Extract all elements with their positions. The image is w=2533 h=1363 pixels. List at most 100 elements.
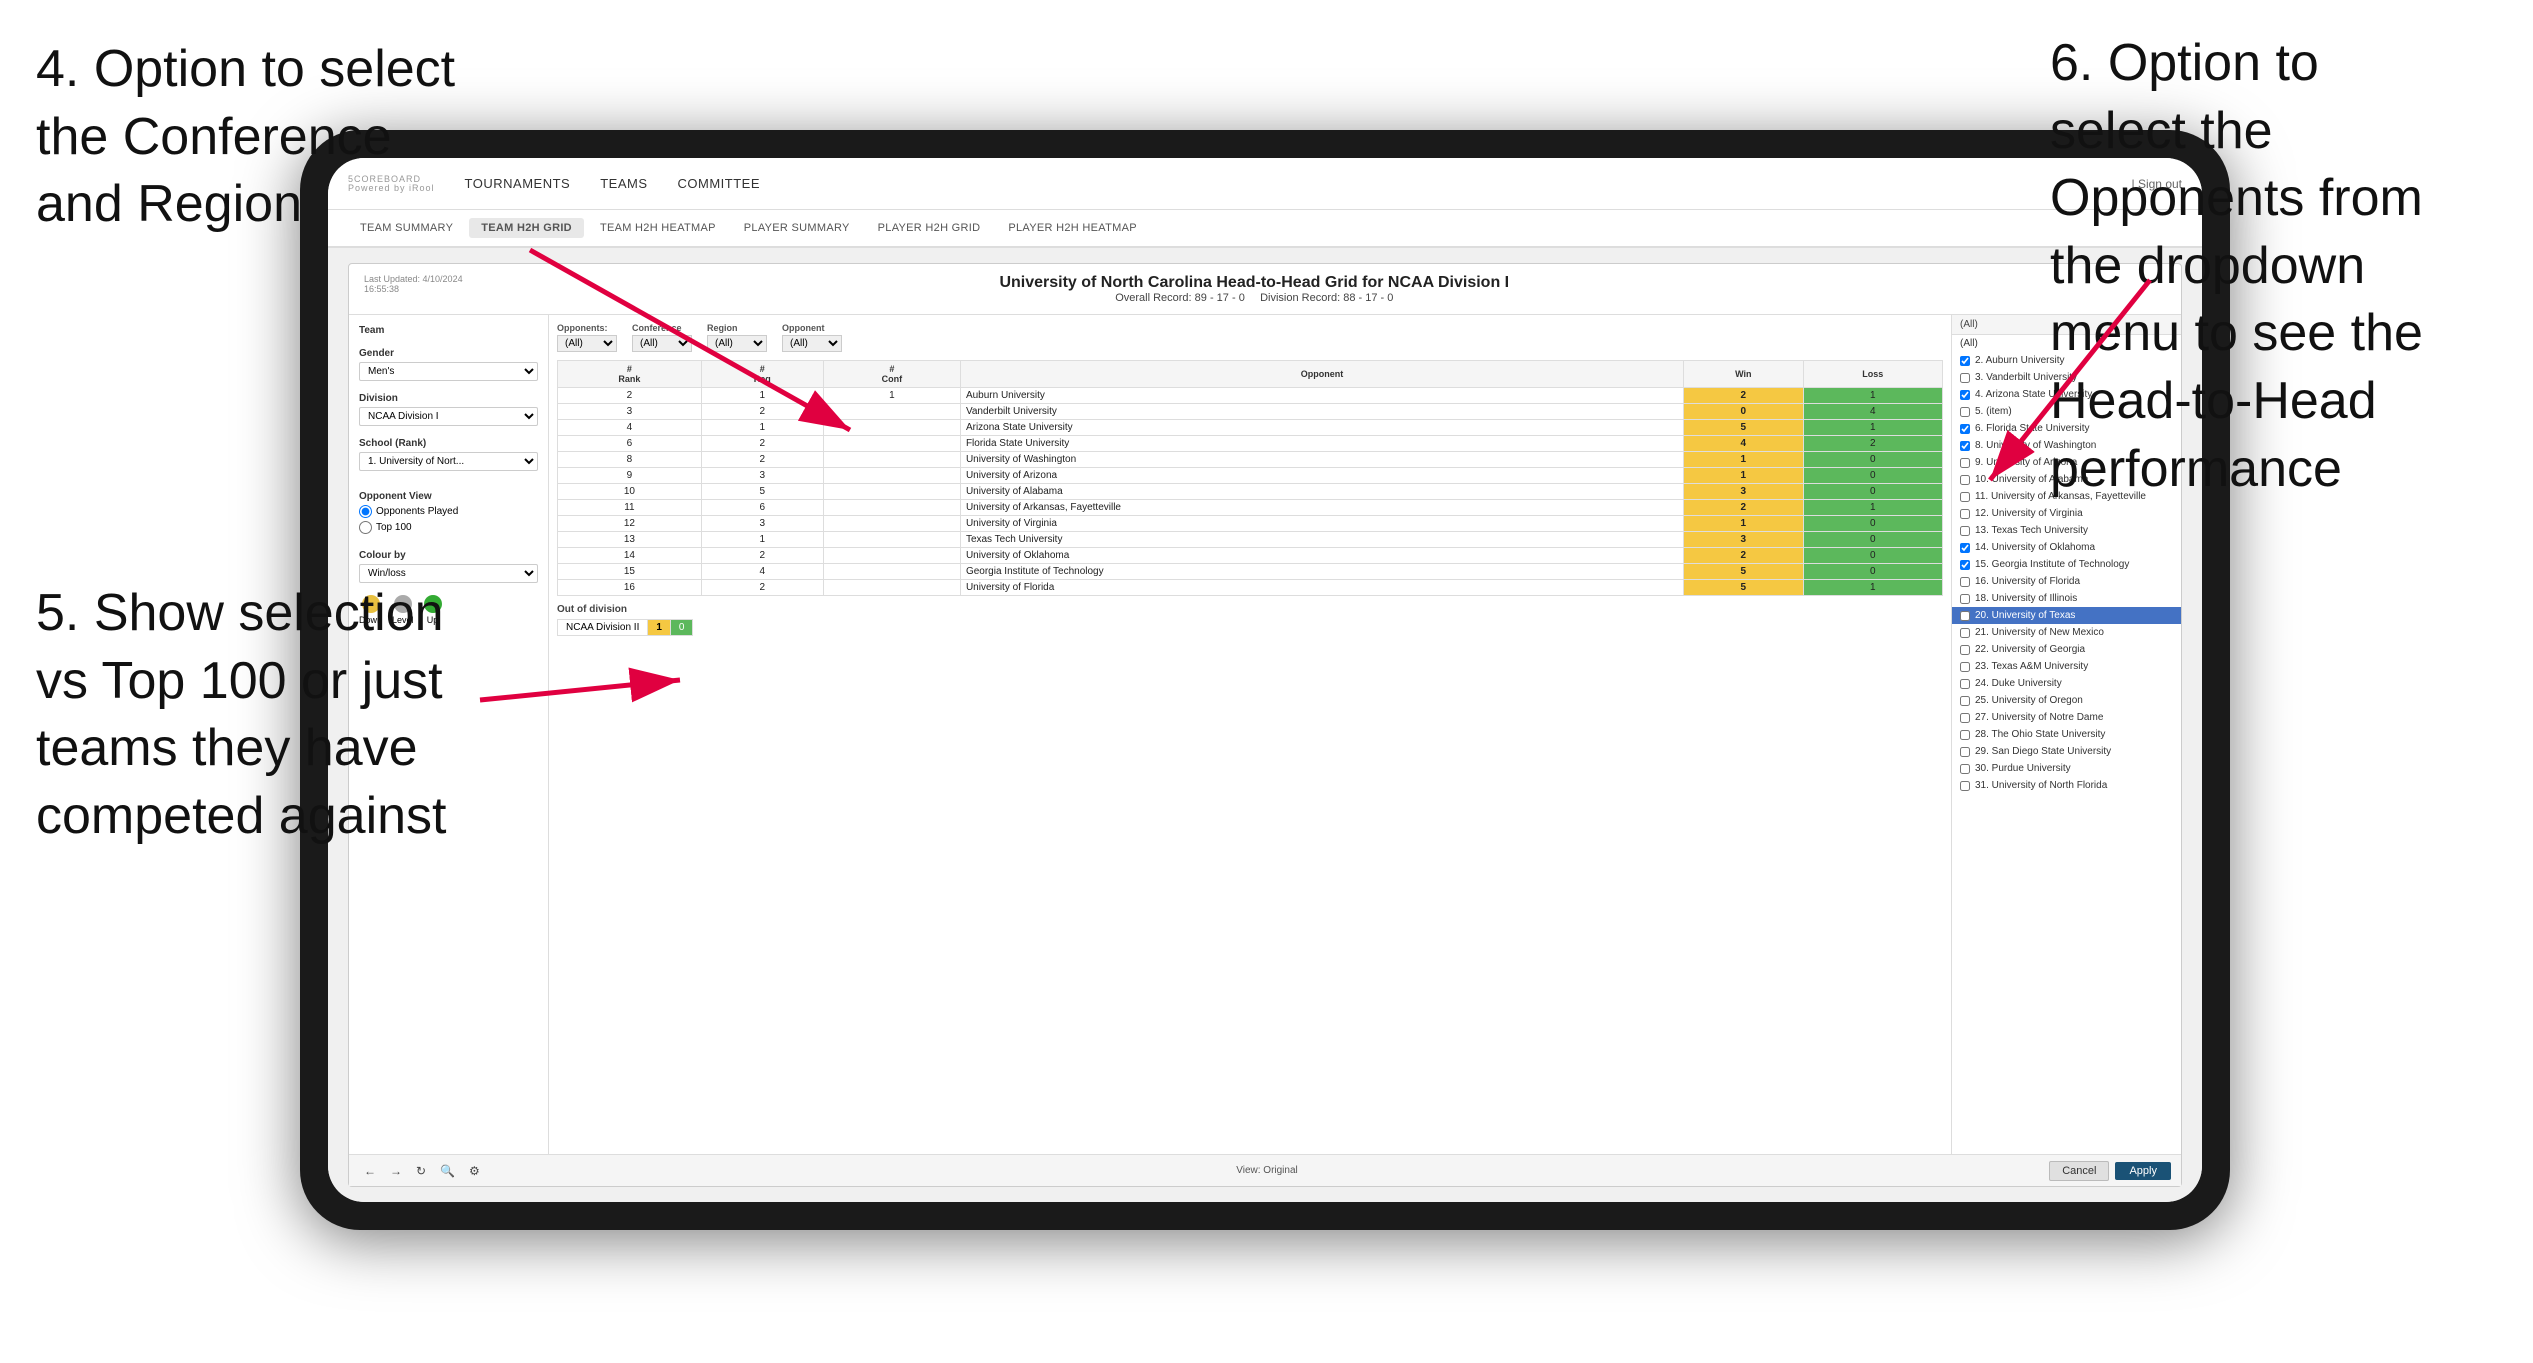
conference-select[interactable]: (All) (632, 335, 692, 352)
dropdown-list-item[interactable]: 31. University of North Florida (1952, 777, 2181, 794)
dropdown-checkbox[interactable] (1960, 747, 1970, 757)
dropdown-checkbox[interactable] (1960, 492, 1970, 502)
dropdown-item-label: 31. University of North Florida (1975, 780, 2107, 791)
filter-row: Opponents: (All) Conference (557, 323, 1943, 352)
radio-opponents-played-input[interactable] (359, 505, 372, 518)
dropdown-list-item[interactable]: 18. University of Illinois (1952, 590, 2181, 607)
division-select[interactable]: NCAA Division I (359, 407, 538, 426)
opponents-played-label: Opponents Played (376, 506, 458, 517)
dropdown-checkbox[interactable] (1960, 764, 1970, 774)
dropdown-checkbox[interactable] (1960, 509, 1970, 519)
overall-record: 89 - 17 - 0 (1195, 292, 1245, 304)
dropdown-checkbox[interactable] (1960, 577, 1970, 587)
undo-btn[interactable]: ← (359, 1163, 381, 1179)
dropdown-checkbox[interactable] (1960, 373, 1970, 383)
radio-top-100-input[interactable] (359, 521, 372, 534)
dropdown-checkbox[interactable] (1960, 679, 1970, 689)
opponents-select[interactable]: (All) (557, 335, 617, 352)
opponent-view-label: Opponent View (359, 491, 538, 502)
nav-committee[interactable]: COMMITTEE (678, 172, 761, 195)
dropdown-checkbox[interactable] (1960, 662, 1970, 672)
col-rank: #Rank (558, 361, 702, 388)
cell-win: 4 (1684, 436, 1803, 452)
conference-filter: Conference (All) (632, 323, 692, 352)
opponent-filter: Opponent (All) (782, 323, 842, 352)
region-select[interactable]: (All) (707, 335, 767, 352)
cancel-button[interactable]: Cancel (2049, 1161, 2109, 1181)
cell-conf (823, 404, 960, 420)
col-loss: Loss (1803, 361, 1942, 388)
cell-win: 3 (1684, 532, 1803, 548)
dropdown-list-item[interactable]: 28. The Ohio State University (1952, 726, 2181, 743)
dropdown-list-item[interactable]: 30. Purdue University (1952, 760, 2181, 777)
dropdown-checkbox[interactable] (1960, 611, 1970, 621)
radio-opponents-played[interactable]: Opponents Played (359, 505, 538, 518)
tab-player-h2h-heatmap[interactable]: PLAYER H2H HEATMAP (996, 218, 1148, 238)
school-select[interactable]: 1. University of Nort... (359, 452, 538, 471)
cell-conf (823, 500, 960, 516)
last-updated: Last Updated: 4/10/2024 16:55:38 (364, 274, 463, 294)
dropdown-list-item[interactable]: 23. Texas A&M University (1952, 658, 2181, 675)
cell-opponent: Georgia Institute of Technology (960, 564, 1683, 580)
dropdown-checkbox[interactable] (1960, 356, 1970, 366)
dropdown-checkbox[interactable] (1960, 526, 1970, 536)
opponent-view-section: Opponent View Opponents Played Top 100 (359, 491, 538, 534)
dropdown-item-label: 14. University of Oklahoma (1975, 542, 2095, 553)
dropdown-list-item[interactable]: 13. Texas Tech University (1952, 522, 2181, 539)
refresh-btn[interactable]: ↻ (411, 1163, 431, 1179)
dropdown-checkbox[interactable] (1960, 730, 1970, 740)
dropdown-checkbox[interactable] (1960, 713, 1970, 723)
cell-opponent: University of Arkansas, Fayetteville (960, 500, 1683, 516)
dropdown-list-item[interactable]: 29. San Diego State University (1952, 743, 2181, 760)
dropdown-checkbox[interactable] (1960, 696, 1970, 706)
cell-opponent: University of Virginia (960, 516, 1683, 532)
nav-teams[interactable]: TEAMS (600, 172, 647, 195)
main-content: Last Updated: 4/10/2024 16:55:38 Univers… (328, 248, 2202, 1202)
dropdown-checkbox[interactable] (1960, 781, 1970, 791)
dropdown-checkbox[interactable] (1960, 424, 1970, 434)
tab-team-h2h-grid[interactable]: TEAM H2H GRID (469, 218, 584, 238)
dropdown-checkbox[interactable] (1960, 458, 1970, 468)
conference-filter-label: Conference (632, 323, 692, 333)
tab-player-summary[interactable]: PLAYER SUMMARY (732, 218, 862, 238)
radio-top-100[interactable]: Top 100 (359, 521, 538, 534)
cell-opponent: Arizona State University (960, 420, 1683, 436)
zoom-btn[interactable]: 🔍 (435, 1163, 460, 1179)
redo-btn[interactable]: → (385, 1163, 407, 1179)
dropdown-checkbox[interactable] (1960, 390, 1970, 400)
dropdown-list-item[interactable]: 20. University of Texas (1952, 607, 2181, 624)
dropdown-checkbox[interactable] (1960, 560, 1970, 570)
table-row: 9 3 University of Arizona 1 0 (558, 468, 1943, 484)
dropdown-list-item[interactable]: 15. Georgia Institute of Technology (1952, 556, 2181, 573)
dropdown-list-item[interactable]: 24. Duke University (1952, 675, 2181, 692)
dropdown-checkbox[interactable] (1960, 407, 1970, 417)
dropdown-list-item[interactable]: 22. University of Georgia (1952, 641, 2181, 658)
cell-reg: 1 (701, 420, 823, 436)
dropdown-checkbox[interactable] (1960, 543, 1970, 553)
nav-tournaments[interactable]: TOURNAMENTS (465, 172, 571, 195)
content-panel: Last Updated: 4/10/2024 16:55:38 Univers… (348, 263, 2182, 1187)
dropdown-list-item[interactable]: 14. University of Oklahoma (1952, 539, 2181, 556)
apply-button[interactable]: Apply (2115, 1162, 2171, 1180)
tab-team-h2h-heatmap[interactable]: TEAM H2H HEATMAP (588, 218, 728, 238)
tab-player-h2h-grid[interactable]: PLAYER H2H GRID (866, 218, 993, 238)
dropdown-checkbox[interactable] (1960, 475, 1970, 485)
gender-select[interactable]: Men's (359, 362, 538, 381)
dropdown-list-item[interactable]: 27. University of Notre Dame (1952, 709, 2181, 726)
settings-btn[interactable]: ⚙ (464, 1163, 485, 1179)
dropdown-checkbox[interactable] (1960, 441, 1970, 451)
opponent-select[interactable]: (All) (782, 335, 842, 352)
annotation-top-left: 4. Option to selectthe Conferenceand Reg… (36, 36, 455, 239)
dropdown-list-item[interactable]: 21. University of New Mexico (1952, 624, 2181, 641)
table-row: 3 2 Vanderbilt University 0 4 (558, 404, 1943, 420)
dropdown-list-item[interactable]: 16. University of Florida (1952, 573, 2181, 590)
dropdown-checkbox[interactable] (1960, 628, 1970, 638)
cell-win: 2 (1684, 548, 1803, 564)
dropdown-list-item[interactable]: 25. University of Oregon (1952, 692, 2181, 709)
dropdown-list-item[interactable]: 12. University of Virginia (1952, 505, 2181, 522)
tablet-screen: 5COREBOARD Powered by iRool TOURNAMENTS … (328, 158, 2202, 1202)
cell-reg: 3 (701, 468, 823, 484)
dropdown-checkbox[interactable] (1960, 645, 1970, 655)
dropdown-checkbox[interactable] (1960, 594, 1970, 604)
cell-win: 5 (1684, 580, 1803, 596)
